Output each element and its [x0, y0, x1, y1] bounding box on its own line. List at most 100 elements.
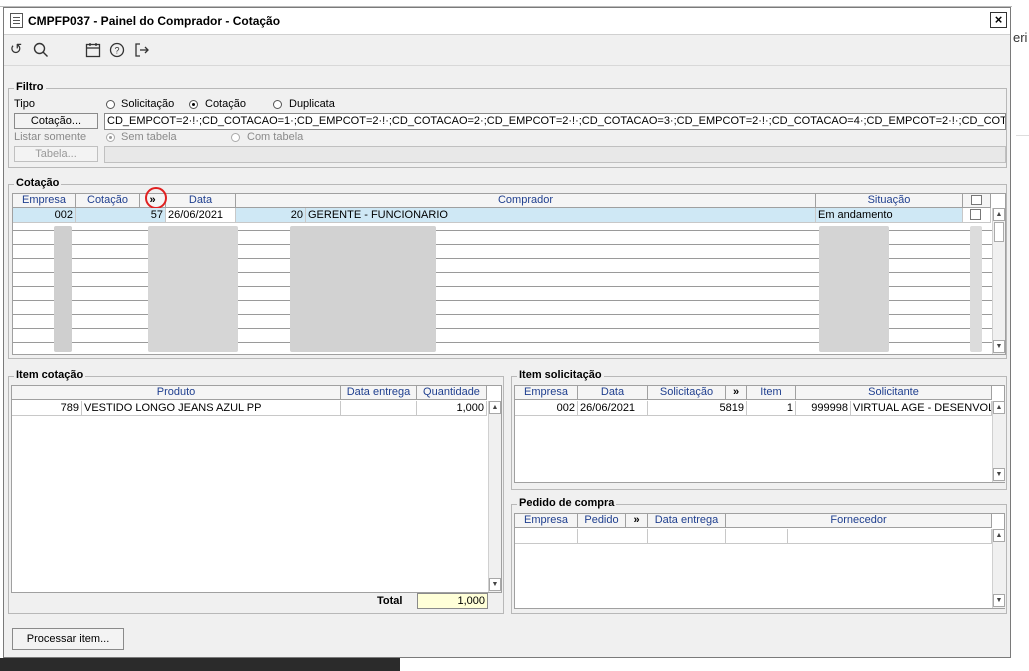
col-sol-item[interactable]: Item: [747, 386, 796, 400]
col-select-all[interactable]: [963, 194, 991, 208]
cotacao-title: Cotação: [14, 177, 62, 189]
row-situacao[interactable]: Em andamento: [816, 208, 963, 223]
scroll-thumb[interactable]: [994, 222, 1004, 242]
col-sol-expand-toggle[interactable]: »: [726, 386, 747, 400]
row-empresa[interactable]: 002: [13, 208, 76, 223]
ped-empty-cell[interactable]: [515, 529, 578, 544]
filtro-title: Filtro: [14, 81, 46, 93]
row-select[interactable]: [963, 208, 991, 223]
item-data-entrega[interactable]: [341, 401, 417, 416]
radio-solicitacao[interactable]: [106, 100, 115, 109]
col-ped-empresa[interactable]: Empresa: [515, 514, 578, 528]
item-codigo[interactable]: 789: [12, 401, 82, 416]
total-field: 1,000: [417, 593, 488, 609]
exit-icon[interactable]: [131, 39, 153, 61]
col-data[interactable]: Data: [166, 194, 236, 208]
col-ped-pedido[interactable]: Pedido: [578, 514, 626, 528]
background-divider: [1016, 135, 1029, 136]
radio-com-tabela[interactable]: [231, 133, 240, 142]
toolbar: ↺ ?: [4, 35, 1010, 65]
cotacao-button[interactable]: Cotação...: [14, 113, 98, 129]
sol-data[interactable]: 26/06/2021: [578, 401, 648, 416]
redacted-situacao: [819, 226, 889, 352]
row-comprador[interactable]: GERENTE - FUNCIONARIO: [306, 208, 816, 223]
redacted-cotacao-data: [148, 226, 238, 352]
window-title: CMPFP037 - Painel do Comprador - Cotação: [28, 14, 281, 28]
col-sol-empresa[interactable]: Empresa: [515, 386, 578, 400]
radio-cotacao[interactable]: [189, 100, 198, 109]
help-icon[interactable]: ?: [106, 39, 128, 61]
sol-solicitacao[interactable]: 5819: [648, 401, 747, 416]
radio-sem-tabela-label: Sem tabela: [121, 131, 177, 143]
listar-label: Listar somente: [14, 131, 87, 143]
col-data-entrega[interactable]: Data entrega: [341, 386, 417, 400]
item-cotacao-scrollbar[interactable]: ▲ ▼: [488, 401, 501, 592]
radio-com-tabela-label: Com tabela: [247, 131, 304, 143]
select-all-checkbox[interactable]: [971, 195, 982, 205]
ped-empty-cell[interactable]: [726, 529, 788, 544]
taskbar: [0, 658, 400, 671]
item-quantidade[interactable]: 1,000: [417, 401, 487, 416]
close-button[interactable]: ×: [990, 12, 1007, 28]
col-sol-solicitante[interactable]: Solicitante: [796, 386, 992, 400]
scroll-down-icon[interactable]: ▼: [993, 340, 1005, 353]
scroll-down-icon[interactable]: ▼: [993, 468, 1005, 481]
radio-sem-tabela[interactable]: [106, 133, 115, 142]
tabela-field[interactable]: [104, 146, 1006, 163]
row-checkbox[interactable]: [970, 209, 981, 220]
radio-duplicata[interactable]: [273, 100, 282, 109]
col-empresa[interactable]: Empresa: [13, 194, 76, 208]
row-cotacao[interactable]: 57: [76, 208, 166, 223]
svg-text:?: ?: [114, 46, 119, 56]
col-ped-fornecedor[interactable]: Fornecedor: [726, 514, 992, 528]
item-produto[interactable]: VESTIDO LONGO JEANS AZUL PP: [82, 401, 341, 416]
scroll-up-icon[interactable]: ▲: [993, 529, 1005, 542]
sol-solicitante-code[interactable]: 999998: [796, 401, 851, 416]
row-comprador-code[interactable]: 20: [236, 208, 306, 223]
scroll-down-icon[interactable]: ▼: [489, 578, 501, 591]
calendar-icon[interactable]: [82, 39, 104, 61]
scroll-up-icon[interactable]: ▲: [993, 208, 1005, 221]
sol-solicitante[interactable]: VIRTUAL AGE - DESENVOLV: [851, 401, 992, 416]
sol-empresa[interactable]: 002: [515, 401, 578, 416]
col-sol-solicitacao[interactable]: Solicitação: [648, 386, 726, 400]
col-ped-data-entrega[interactable]: Data entrega: [648, 514, 726, 528]
total-label: Total: [377, 595, 403, 607]
col-produto[interactable]: Produto: [12, 386, 341, 400]
desktop-background-top: [0, 0, 1029, 7]
ped-empty-cell[interactable]: [788, 529, 992, 544]
background-partial-text: eri: [1013, 30, 1028, 45]
col-situacao[interactable]: Situação: [816, 194, 963, 208]
processar-item-button[interactable]: Processar item...: [12, 628, 124, 650]
scroll-up-icon[interactable]: ▲: [489, 401, 501, 414]
tabela-button[interactable]: Tabela...: [14, 146, 98, 162]
scroll-up-icon[interactable]: ▲: [993, 401, 1005, 414]
col-comprador[interactable]: Comprador: [236, 194, 816, 208]
item-solicitacao-scrollbar[interactable]: ▲ ▼: [992, 401, 1005, 482]
item-cotacao-title: Item cotação: [14, 369, 86, 381]
ped-empty-cell[interactable]: [578, 529, 648, 544]
desktop-background-right: [1012, 0, 1029, 671]
row-data[interactable]: 26/06/2021: [166, 208, 236, 223]
scroll-down-icon[interactable]: ▼: [993, 594, 1005, 607]
col-sol-data[interactable]: Data: [578, 386, 648, 400]
redacted-checkboxes: [970, 226, 982, 352]
search-icon[interactable]: [30, 39, 52, 61]
item-solicitacao-title: Item solicitação: [517, 369, 604, 381]
pedido-compra-scrollbar[interactable]: ▲ ▼: [992, 529, 1005, 608]
document-icon: [10, 13, 23, 28]
sol-item[interactable]: 1: [747, 401, 796, 416]
tipo-label: Tipo: [14, 98, 35, 110]
cotacao-filter-field[interactable]: CD_EMPCOT=2·!·;CD_COTACAO=1·;CD_EMPCOT=2…: [104, 113, 1006, 130]
col-ped-expand-toggle[interactable]: »: [626, 514, 648, 528]
col-cotacao[interactable]: Cotação: [76, 194, 140, 208]
radio-solicitacao-label: Solicitação: [121, 98, 175, 110]
main-window: CMPFP037 - Painel do Comprador - Cotação…: [3, 7, 1011, 658]
item-cotacao-grid: [11, 385, 502, 593]
ped-empty-cell[interactable]: [648, 529, 726, 544]
highlight-circle: [145, 187, 167, 209]
cotacao-scrollbar[interactable]: ▲ ▼: [992, 208, 1005, 354]
col-quantidade[interactable]: Quantidade: [417, 386, 487, 400]
refresh-icon[interactable]: ↺: [5, 39, 27, 61]
radio-duplicata-label: Duplicata: [289, 98, 335, 110]
